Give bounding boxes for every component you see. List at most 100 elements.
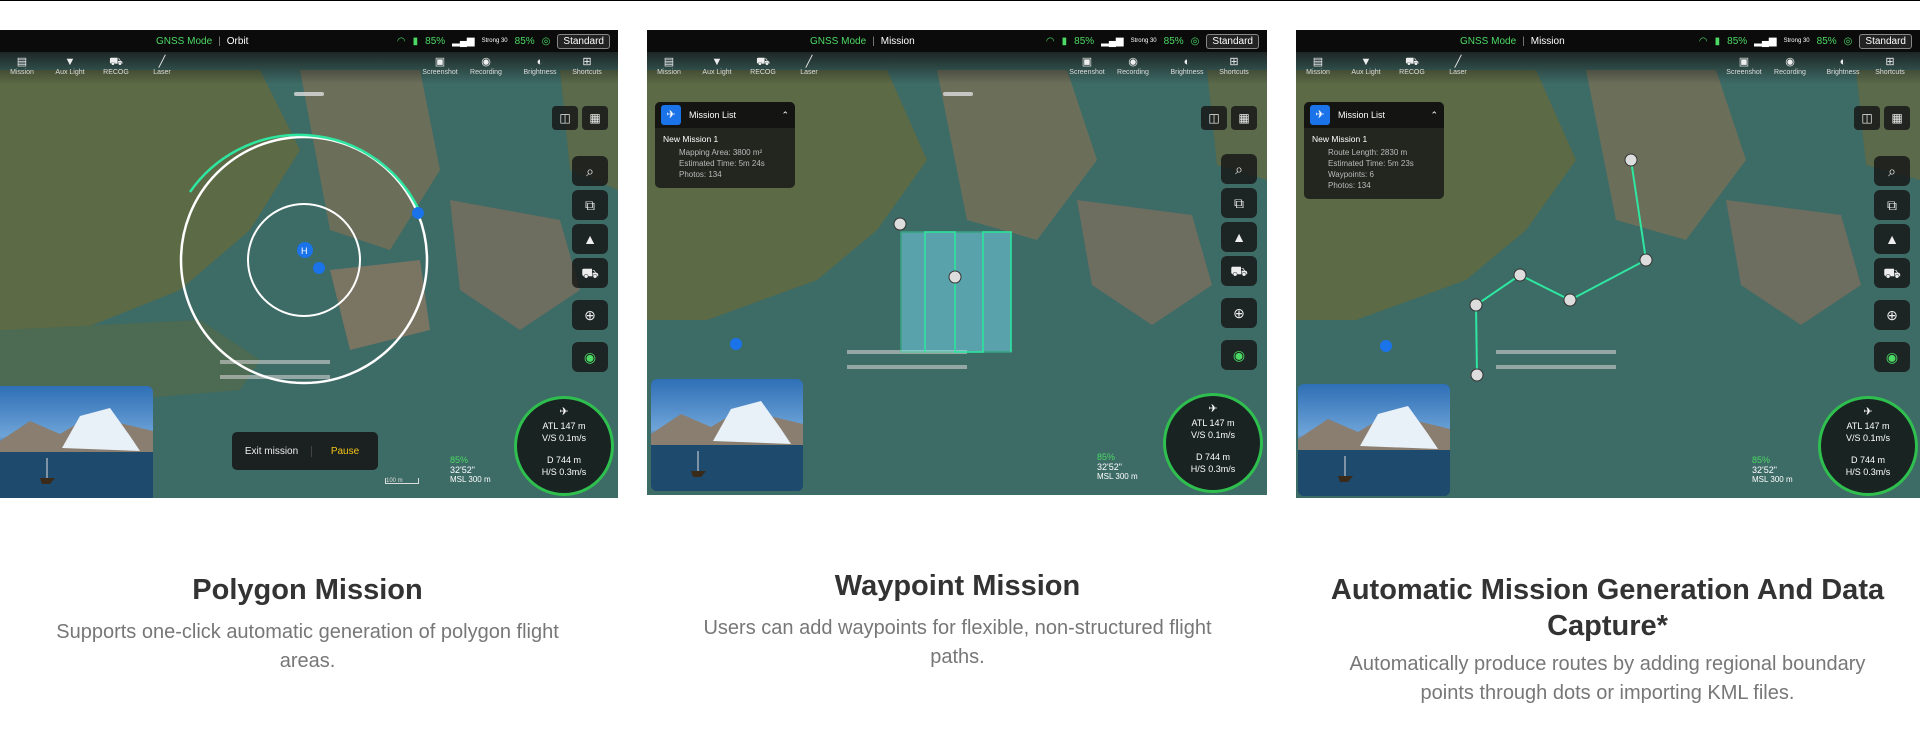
map-view-icon[interactable]: ▦ <box>582 106 608 130</box>
standard-mode-button[interactable]: Standard <box>1206 33 1259 49</box>
aux-light-button[interactable]: ▼ Aux Light <box>50 55 90 76</box>
mapping-area-1 <box>900 231 956 353</box>
standard-mode-button[interactable]: Standard <box>1859 33 1912 49</box>
navigation-arrow-icon[interactable]: ▲ <box>572 224 608 254</box>
record-icon: ◉ <box>1785 56 1795 68</box>
map-view-icon[interactable]: ▦ <box>1884 106 1910 130</box>
shortcuts-button[interactable]: ⊞ Shortcuts <box>567 55 607 76</box>
recording-button[interactable]: ◉ Recording <box>1113 55 1153 76</box>
layout-switcher: ◫ ▦ <box>1201 106 1257 130</box>
layout-switcher: ◫ ▦ <box>552 106 608 130</box>
split-view-icon[interactable]: ◫ <box>1201 106 1227 130</box>
screenshot-icon: ▣ <box>1081 56 1093 68</box>
task-mode-label: Mission <box>880 35 915 47</box>
map-layers-icon[interactable]: ⧉ <box>572 190 608 220</box>
search-icon[interactable]: ⌕ <box>572 156 608 186</box>
pause-button[interactable]: Pause <box>312 446 378 457</box>
aircraft-icon: ✈ <box>1208 403 1218 415</box>
drone-locate-icon[interactable]: ⛟ <box>1221 256 1257 286</box>
drone-locate-icon[interactable]: ⛟ <box>1874 258 1910 288</box>
mission-card[interactable]: New Mission 1 Mapping Area: 3800 m² Esti… <box>655 128 795 188</box>
recording-button[interactable]: ◉ Recording <box>1770 55 1810 76</box>
mission-list-header[interactable]: ✈ Mission List ⌃ <box>1304 102 1444 128</box>
mission-card[interactable]: New Mission 1 Route Length: 2830 m Estim… <box>1304 128 1444 199</box>
recog-button[interactable]: ⛟ RECOG <box>1392 55 1432 76</box>
aux-light-icon: ▼ <box>711 56 723 68</box>
wifi-icon: ◠ <box>396 35 406 47</box>
svg-text:H: H <box>301 246 308 256</box>
status-bar: GNSS Mode | Orbit ◠ ▮ 85% ▂▄▆ Strong 30 … <box>0 30 618 52</box>
waypoint-mission-screenshot: GNSS Mode | Mission ◠ ▮ 85% ▂▄▆ Strong 3… <box>647 30 1267 495</box>
waypoint-4-marker <box>1563 293 1577 307</box>
mission-tool-button[interactable]: ▤ Mission <box>1298 55 1338 76</box>
split-view-icon[interactable]: ◫ <box>1854 106 1880 130</box>
search-icon[interactable]: ⌕ <box>1874 156 1910 186</box>
screenshot-button[interactable]: ▣ Screenshot <box>420 55 460 76</box>
aux-light-button[interactable]: ▼ Aux Light <box>697 55 737 76</box>
iceberg-video-feed <box>651 401 803 491</box>
auto-mission-caption: Automatic Mission Generation And Data Ca… <box>1330 572 1885 708</box>
recenter-icon[interactable]: ⊕ <box>1874 300 1910 330</box>
waypoint-5-marker <box>1639 253 1653 267</box>
split-view-icon[interactable]: ◫ <box>552 106 578 130</box>
brightness-button[interactable]: ◐ Brightness <box>520 55 560 76</box>
feature-title: Polygon Mission <box>192 574 423 606</box>
search-icon[interactable]: ⌕ <box>1221 154 1257 184</box>
recenter-icon[interactable]: ⊕ <box>572 300 608 330</box>
record-icon: ◉ <box>481 56 491 68</box>
chevron-up-icon: ⌃ <box>1430 109 1438 120</box>
home-point-marker <box>1380 340 1392 352</box>
wifi-icon: ◠ <box>1045 35 1055 47</box>
map-mode-toggle-icon[interactable]: ◉ <box>1874 342 1910 372</box>
drawer-handle[interactable] <box>943 92 973 96</box>
laser-button[interactable]: ╱ Laser <box>1438 55 1478 76</box>
map-mode-toggle-icon[interactable]: ◉ <box>572 342 608 372</box>
feature-title: Waypoint Mission <box>834 570 1081 602</box>
mission-list-header[interactable]: ✈ Mission List ⌃ <box>655 102 795 128</box>
screenshot-button[interactable]: ▣ Screenshot <box>1067 55 1107 76</box>
screenshot-icon: ▣ <box>434 56 446 68</box>
mission-tool-button[interactable]: ▤ Mission <box>2 55 42 76</box>
mission-icon: ▤ <box>16 56 28 68</box>
waypoint-start-marker <box>1470 368 1484 382</box>
task-mode-label: Orbit <box>226 35 249 47</box>
mission-tool-button[interactable]: ▤ Mission <box>649 55 689 76</box>
shortcuts-button[interactable]: ⊞ Shortcuts <box>1870 55 1910 76</box>
navigation-arrow-icon[interactable]: ▲ <box>1874 224 1910 254</box>
map-layers-icon[interactable]: ⧉ <box>1874 190 1910 220</box>
altitude-badge: 85% 32'52" MSL 300 m <box>450 455 491 484</box>
gnss-mode-label: GNSS Mode <box>1460 35 1517 47</box>
camera-preview[interactable] <box>651 379 803 491</box>
recog-icon: ⛟ <box>1405 56 1419 68</box>
recenter-icon[interactable]: ⊕ <box>1221 298 1257 328</box>
shortcuts-button[interactable]: ⊞ Shortcuts <box>1214 55 1254 76</box>
aux-light-button[interactable]: ▼ Aux Light <box>1346 55 1386 76</box>
map-layers-icon[interactable]: ⧉ <box>1221 188 1257 218</box>
chevron-up-icon: ⌃ <box>781 109 789 120</box>
brightness-button[interactable]: ◐ Brightness <box>1167 55 1207 76</box>
recog-button[interactable]: ⛟ RECOG <box>743 55 783 76</box>
drawer-handle[interactable] <box>294 92 324 96</box>
navigation-arrow-icon[interactable]: ▲ <box>1221 222 1257 252</box>
laser-icon: ╱ <box>805 56 813 68</box>
camera-preview[interactable] <box>1298 384 1450 496</box>
screenshot-button[interactable]: ▣ Screenshot <box>1724 55 1764 76</box>
waypoint-2-marker <box>1469 298 1483 312</box>
recording-button[interactable]: ◉ Recording <box>466 55 506 76</box>
drone-marker <box>412 207 424 219</box>
waypoint-3-marker <box>1513 268 1527 282</box>
camera-preview[interactable] <box>0 386 153 498</box>
brightness-button[interactable]: ◐ Brightness <box>1823 55 1863 76</box>
standard-mode-button[interactable]: Standard <box>557 33 610 49</box>
recog-button[interactable]: ⛟ RECOG <box>96 55 136 76</box>
map-mode-toggle-icon[interactable]: ◉ <box>1221 340 1257 370</box>
exit-mission-button[interactable]: Exit mission <box>232 445 312 457</box>
laser-button[interactable]: ╱ Laser <box>142 55 182 76</box>
drone-locate-icon[interactable]: ⛟ <box>572 258 608 288</box>
auto-mission-screenshot: GNSS Mode | Mission ◠ ▮ 85% ▂▄▆ Strong 3… <box>1296 30 1920 498</box>
map-view-icon[interactable]: ▦ <box>1231 106 1257 130</box>
waypoint-6-marker <box>1624 153 1638 167</box>
laser-button[interactable]: ╱ Laser <box>789 55 829 76</box>
battery-icon: ▮ <box>412 35 419 47</box>
mission-list-icon: ✈ <box>1310 105 1330 125</box>
